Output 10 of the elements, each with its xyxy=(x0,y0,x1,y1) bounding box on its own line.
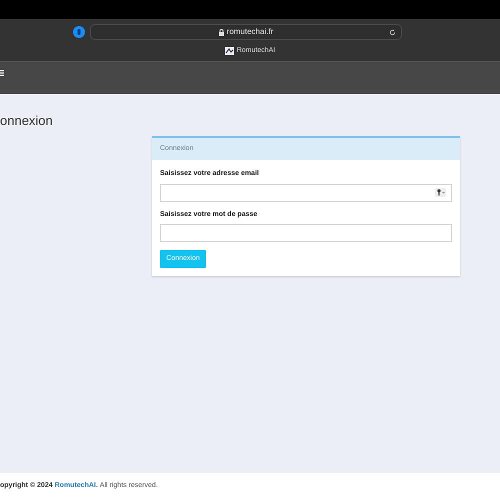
address-bar[interactable]: romutechai.fr xyxy=(90,24,402,40)
reload-icon[interactable] xyxy=(389,28,396,36)
key-icon[interactable] xyxy=(435,188,446,197)
lock-icon xyxy=(218,28,224,36)
menu-icon[interactable] xyxy=(0,70,4,76)
password-field[interactable] xyxy=(160,224,452,242)
url-text: romutechai.fr xyxy=(226,26,274,38)
page-title: onnexion xyxy=(0,114,53,127)
email-field[interactable] xyxy=(160,184,452,202)
site-logo-icon xyxy=(224,47,234,56)
